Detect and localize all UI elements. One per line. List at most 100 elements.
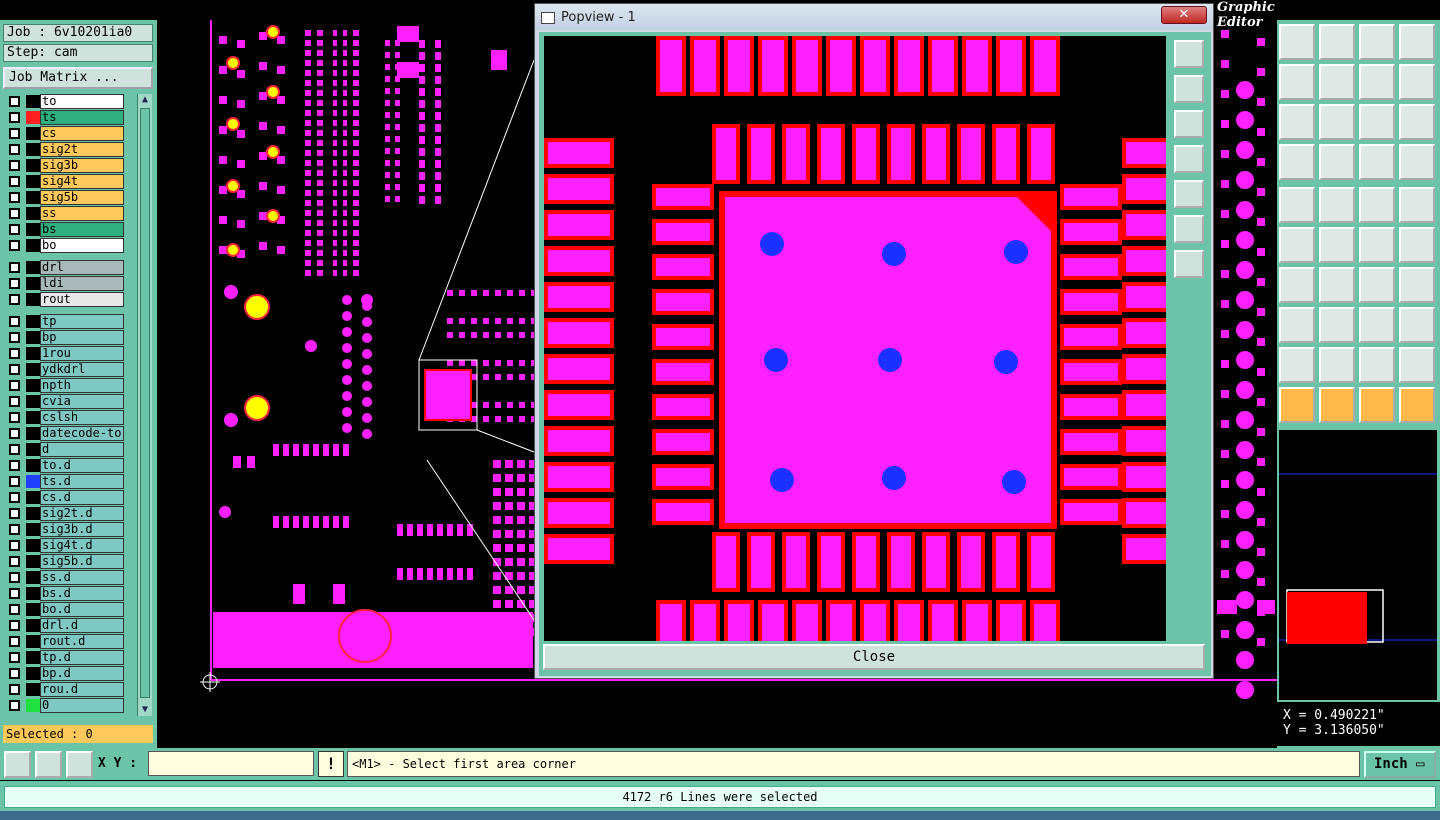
layer-name[interactable]: rou.d	[40, 682, 124, 697]
layer-name[interactable]: bs.d	[40, 586, 124, 601]
layer-checkbox[interactable]	[9, 160, 20, 171]
route-icon[interactable]	[1279, 307, 1315, 343]
arrow-icon[interactable]	[1279, 387, 1315, 423]
layer-color-chip[interactable]	[26, 443, 40, 456]
layer-checkbox[interactable]	[9, 380, 20, 391]
layer-color-chip[interactable]	[26, 699, 40, 712]
layer-row[interactable]: bp.d	[6, 666, 124, 681]
layer-row[interactable]: cs	[6, 126, 124, 141]
layer-color-chip[interactable]	[26, 277, 40, 290]
flip-icon[interactable]	[1359, 64, 1395, 100]
layer-color-chip[interactable]	[26, 191, 40, 204]
zoom-home-icon[interactable]	[1174, 110, 1204, 138]
layer-checkbox[interactable]	[9, 176, 20, 187]
tri2-icon[interactable]	[1319, 347, 1355, 383]
layer-checkbox[interactable]	[9, 460, 20, 471]
arrow3-icon[interactable]	[1359, 387, 1395, 423]
layer-row[interactable]: d	[6, 442, 124, 457]
zoom-fit-icon[interactable]	[1279, 104, 1315, 140]
layer-color-chip[interactable]	[26, 347, 40, 360]
layer-checkbox[interactable]	[9, 364, 20, 375]
layer-checkbox[interactable]	[9, 428, 20, 439]
angle-icon[interactable]	[1279, 267, 1315, 303]
snap-center-icon[interactable]	[66, 751, 93, 778]
layer-name[interactable]: drl.d	[40, 618, 124, 633]
layer-color-chip[interactable]	[26, 667, 40, 680]
layer-checkbox[interactable]	[9, 668, 20, 679]
layer-color-chip[interactable]	[26, 363, 40, 376]
layer-row[interactable]: sig2t.d	[6, 506, 124, 521]
layer-color-chip[interactable]	[26, 587, 40, 600]
layers-icon[interactable]	[1359, 144, 1395, 180]
layer-row[interactable]: ldi	[6, 276, 124, 291]
layer-name[interactable]: bo.d	[40, 602, 124, 617]
slash-icon[interactable]	[1319, 267, 1355, 303]
snap-icon[interactable]	[1319, 24, 1355, 60]
layer-name[interactable]: 1rou	[40, 346, 124, 361]
layer-name[interactable]: ts	[40, 110, 124, 125]
fit-icon[interactable]	[1174, 215, 1204, 243]
layer-color-chip[interactable]	[26, 427, 40, 440]
layer-row[interactable]: bp	[6, 330, 124, 345]
layer-color-chip[interactable]	[26, 555, 40, 568]
layer-row[interactable]: drl	[6, 260, 124, 275]
tri4-icon[interactable]	[1399, 347, 1435, 383]
layer-color-chip[interactable]	[26, 619, 40, 632]
layer-name[interactable]: npth	[40, 378, 124, 393]
layer-row[interactable]: rou.d	[6, 682, 124, 697]
measure-icon[interactable]	[1359, 307, 1395, 343]
layer-color-chip[interactable]	[26, 207, 40, 220]
close-icon[interactable]: ✕	[1161, 6, 1207, 24]
layer-color-chip[interactable]	[26, 95, 40, 108]
layer-name[interactable]: sig5b.d	[40, 554, 124, 569]
layer-name[interactable]: ldi	[40, 276, 124, 291]
right-icon[interactable]	[1319, 64, 1355, 100]
layer-checkbox[interactable]	[9, 652, 20, 663]
layer-row[interactable]: cslsh	[6, 410, 124, 425]
left-icon[interactable]	[1279, 64, 1315, 100]
target-icon[interactable]	[1279, 187, 1315, 223]
layer-name[interactable]: to	[40, 94, 124, 109]
layer-checkbox[interactable]	[9, 508, 20, 519]
layer-checkbox[interactable]	[9, 192, 20, 203]
sq-icon[interactable]	[1399, 307, 1435, 343]
layer-checkbox[interactable]	[9, 278, 20, 289]
layer-row[interactable]: ss	[6, 206, 124, 221]
layer-name[interactable]: ss.d	[40, 570, 124, 585]
layer-row[interactable]: ts	[6, 110, 124, 125]
layer-color-chip[interactable]	[26, 603, 40, 616]
layer-checkbox[interactable]	[9, 572, 20, 583]
move-icon[interactable]	[1279, 24, 1315, 60]
layer-name[interactable]: sig2t.d	[40, 506, 124, 521]
dash-icon[interactable]	[1319, 307, 1355, 343]
layer-name[interactable]: ydkdrl	[40, 362, 124, 377]
tri1-icon[interactable]	[1279, 347, 1315, 383]
layer-name[interactable]: sig3b.d	[40, 522, 124, 537]
xy-input[interactable]	[148, 751, 314, 776]
layer-name[interactable]: d	[40, 442, 124, 457]
center-icon[interactable]	[1319, 104, 1355, 140]
layer-color-chip[interactable]	[26, 261, 40, 274]
layer-color-chip[interactable]	[26, 539, 40, 552]
layer-name[interactable]: sig2t	[40, 142, 124, 157]
arrow2-icon[interactable]	[1319, 387, 1355, 423]
job-matrix-button[interactable]: Job Matrix ...	[3, 67, 153, 89]
warning-button[interactable]: !	[318, 751, 344, 777]
layer-row[interactable]: bs.d	[6, 586, 124, 601]
layer-row[interactable]: 1rou	[6, 346, 124, 361]
close-button[interactable]: Close	[543, 644, 1205, 670]
pan-right-icon[interactable]	[1174, 180, 1204, 208]
layer-name[interactable]: 0	[40, 698, 124, 713]
layer-color-chip[interactable]	[26, 635, 40, 648]
layer-name[interactable]: cs	[40, 126, 124, 141]
minimap[interactable]	[1279, 430, 1437, 700]
layer-checkbox[interactable]	[9, 348, 20, 359]
layer-checkbox[interactable]	[9, 588, 20, 599]
layer-name[interactable]: bp	[40, 330, 124, 345]
arrow4-icon[interactable]	[1399, 387, 1435, 423]
layer-row[interactable]: 0	[6, 698, 124, 713]
layer-color-chip[interactable]	[26, 293, 40, 306]
layer-color-chip[interactable]	[26, 651, 40, 664]
layer-color-chip[interactable]	[26, 143, 40, 156]
window-icon[interactable]	[1399, 24, 1435, 60]
